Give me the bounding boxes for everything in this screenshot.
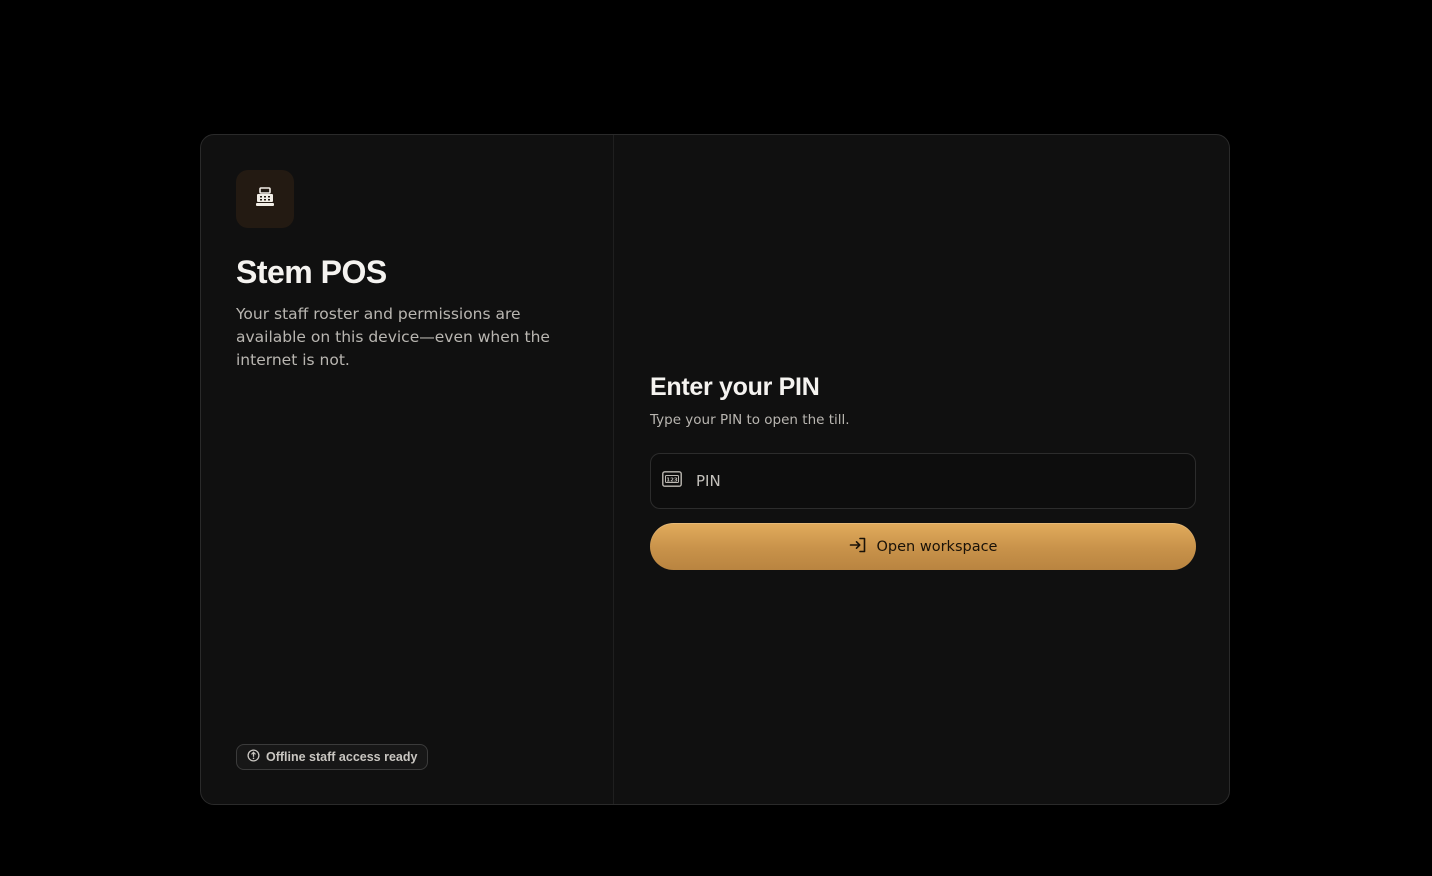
open-workspace-button[interactable]: Open workspace bbox=[650, 523, 1196, 570]
offline-status-badge: Offline staff access ready bbox=[236, 744, 429, 770]
brand-panel: Stem POS Your staff roster and permissio… bbox=[201, 135, 614, 804]
pin-input[interactable] bbox=[694, 471, 1158, 491]
pin-form: Enter your PIN Type your PIN to open the… bbox=[650, 373, 1196, 570]
sign-in-icon bbox=[849, 537, 867, 556]
status-badge-label: Offline staff access ready bbox=[266, 750, 418, 764]
pin-subtitle: Type your PIN to open the till. bbox=[650, 412, 850, 428]
brand-description: Your staff roster and permissions are av… bbox=[236, 305, 550, 369]
brand-title: Stem POS bbox=[236, 254, 387, 290]
open-workspace-label: Open workspace bbox=[876, 538, 998, 555]
pin-title: Enter your PIN bbox=[650, 373, 820, 401]
pin-panel: Enter your PIN Type your PIN to open the… bbox=[614, 135, 1229, 804]
numeric-keypad-icon: 123 bbox=[662, 470, 682, 492]
svg-text:123: 123 bbox=[666, 477, 678, 483]
pin-field-container[interactable]: 123 bbox=[650, 453, 1196, 509]
login-card: Stem POS Your staff roster and permissio… bbox=[200, 134, 1230, 805]
status-circle-icon bbox=[247, 749, 260, 765]
cash-register-icon bbox=[254, 186, 276, 213]
brand-logo-tile bbox=[236, 170, 294, 228]
